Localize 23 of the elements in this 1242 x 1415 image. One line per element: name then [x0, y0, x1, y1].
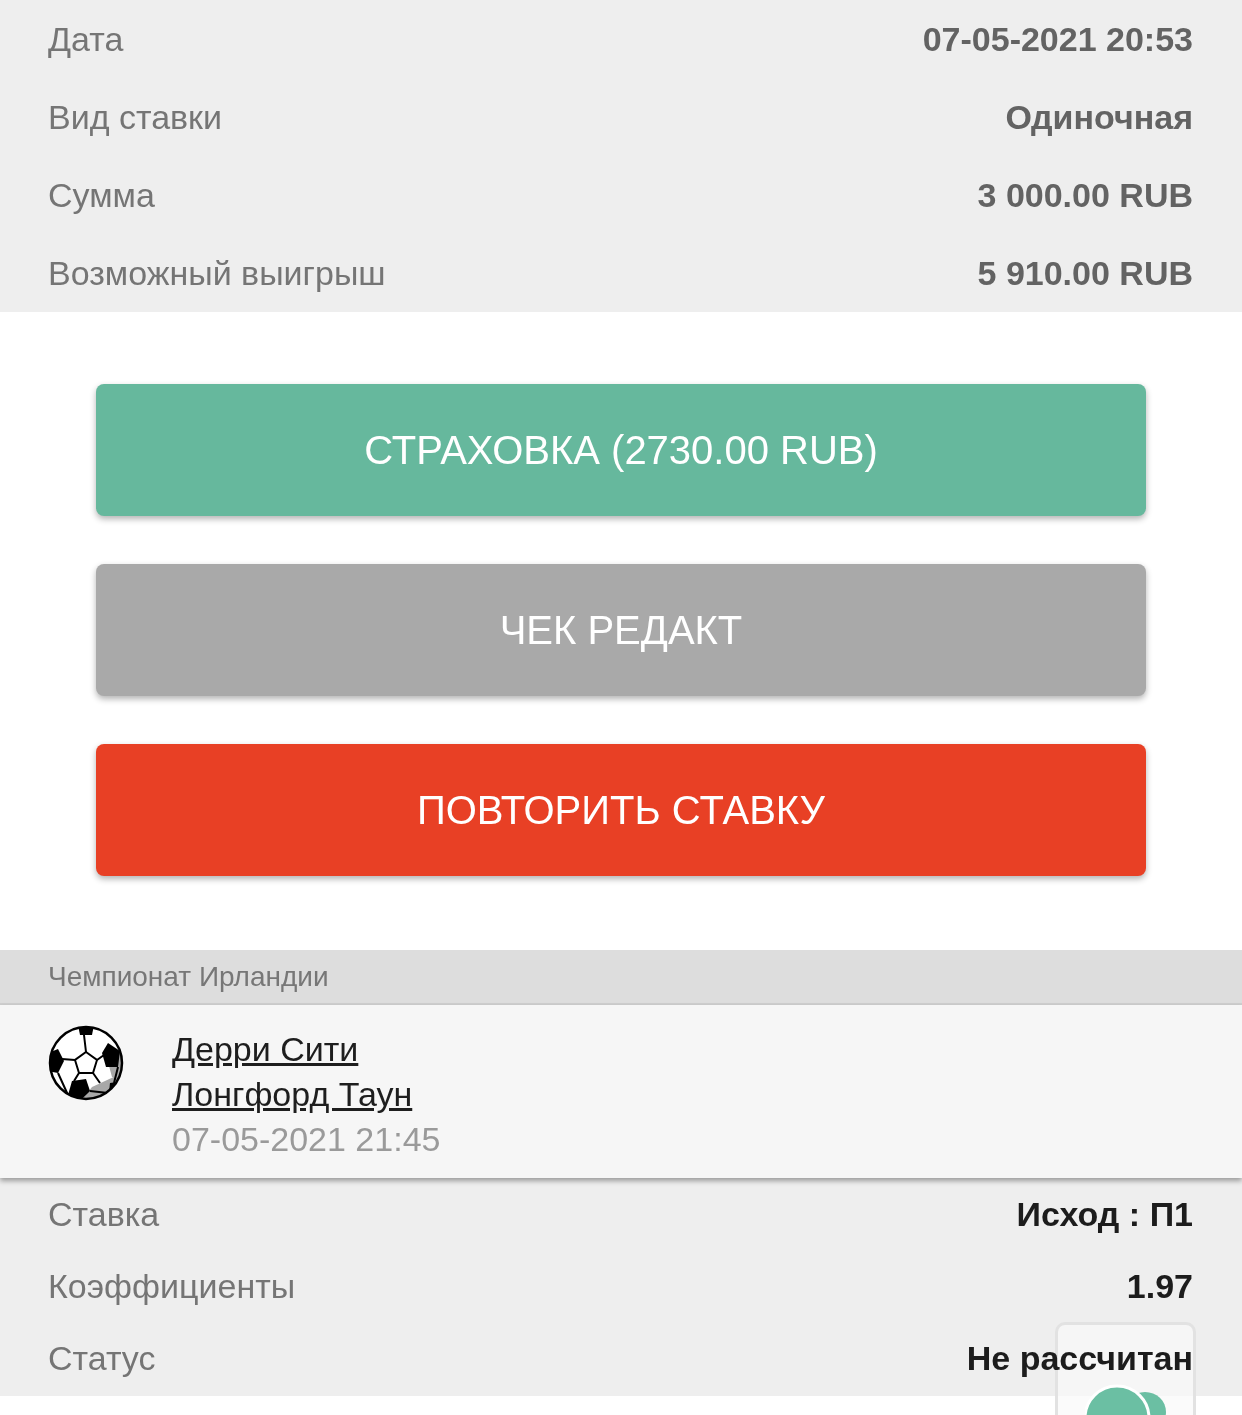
field-value: Одиночная: [1005, 96, 1193, 138]
field-value: Исход : П1: [1016, 1197, 1193, 1231]
team-link[interactable]: Дерри Сити: [172, 1027, 359, 1072]
field-label: Статус: [48, 1337, 156, 1379]
field-label: Возможный выигрыш: [48, 252, 386, 294]
field-label: Сумма: [48, 174, 155, 216]
chat-bubbles-icon: [1084, 1382, 1167, 1415]
soccer-ball-icon: [48, 1025, 124, 1101]
field-value: 1.97: [1126, 1269, 1193, 1303]
field-value: 5 910.00 RUB: [977, 252, 1193, 294]
action-button[interactable]: ЧЕК РЕДАКТ: [96, 564, 1146, 696]
team-link[interactable]: Лонгфорд Таун: [172, 1072, 413, 1117]
field-value: 3 000.00 RUB: [977, 174, 1193, 216]
match-date: 07-05-2021 21:45: [172, 1119, 441, 1160]
league-name: Чемпионат Ирландии: [48, 959, 329, 994]
field-value: Не рассчитан: [966, 1341, 1193, 1375]
field-label: Вид ставки: [48, 96, 222, 138]
field-label: Ставка: [48, 1193, 160, 1235]
action-button[interactable]: СТРАХОВКА (2730.00 RUB): [96, 384, 1146, 516]
field-value: 07-05-2021 20:53: [922, 18, 1193, 60]
action-button[interactable]: ПОВТОРИТЬ СТАВКУ: [96, 744, 1146, 876]
field-label: Дата: [48, 18, 124, 60]
field-label: Коэффициенты: [48, 1265, 296, 1307]
